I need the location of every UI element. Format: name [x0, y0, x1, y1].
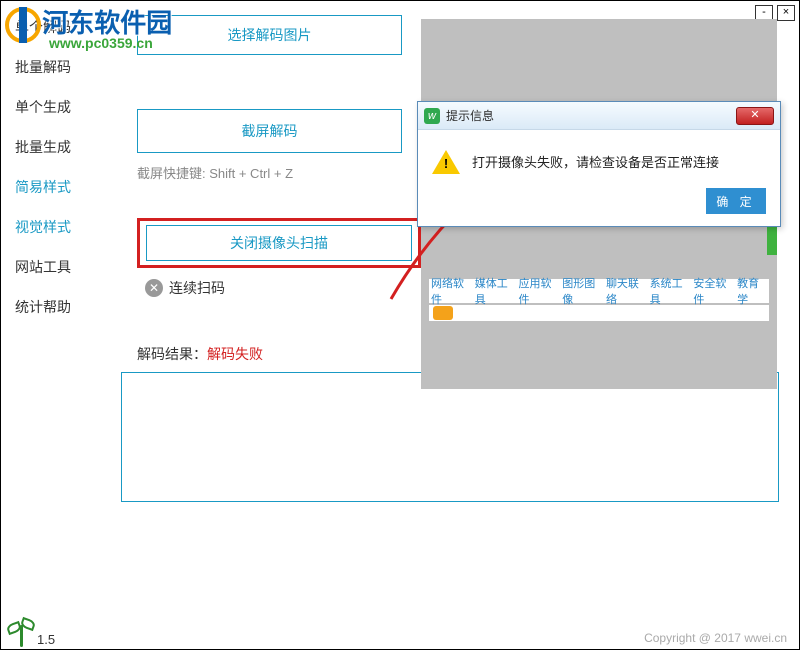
- sidebar-item-web-tools[interactable]: 网站工具: [1, 247, 91, 287]
- dialog-title: 提示信息: [446, 107, 494, 124]
- sidebar-item-batch-decode[interactable]: 批量解码: [1, 47, 91, 87]
- result-textarea[interactable]: [121, 372, 779, 502]
- preview-tab[interactable]: 安全软件: [691, 275, 735, 307]
- continuous-scan-label: 连续扫码: [169, 278, 225, 298]
- sidebar-item-batch-gen[interactable]: 批量生成: [1, 127, 91, 167]
- sidebar-item-single-gen[interactable]: 单个生成: [1, 87, 91, 127]
- close-camera-button[interactable]: 关闭摄像头扫描: [146, 225, 412, 261]
- toggle-off-icon: ✕: [145, 279, 163, 297]
- sidebar-item-stats-help[interactable]: 统计帮助: [1, 287, 91, 327]
- preview-tab[interactable]: 系统工具: [648, 275, 692, 307]
- decode-result-label: 解码结果：: [137, 346, 207, 362]
- dialog-message: 打开摄像头失败，请检查设备是否正常连接: [472, 150, 719, 174]
- warning-icon: [432, 150, 460, 174]
- decode-result-value: 解码失败: [207, 346, 263, 362]
- alert-dialog: w 提示信息 ✕ 打开摄像头失败，请检查设备是否正常连接 确 定: [417, 101, 781, 227]
- watermark-title: 河东软件园: [42, 8, 172, 38]
- dialog-app-icon: w: [424, 108, 440, 124]
- preview-tab[interactable]: 教育学: [735, 275, 769, 307]
- copyright: Copyright @ 2017 wwei.cn: [644, 631, 787, 645]
- dialog-titlebar[interactable]: w 提示信息 ✕: [418, 102, 780, 130]
- dialog-close-button[interactable]: ✕: [736, 107, 774, 125]
- preview-tab[interactable]: 聊天联络: [604, 275, 648, 307]
- sidebar-item-simple-style[interactable]: 简易样式: [1, 167, 91, 207]
- sidebar: 单个解码 批量解码 单个生成 批量生成 简易样式 视觉样式 网站工具 统计帮助: [1, 1, 91, 649]
- close-camera-highlight: 关闭摄像头扫描: [137, 218, 421, 268]
- select-image-button[interactable]: 选择解码图片: [137, 15, 402, 55]
- preview-tab[interactable]: 图形图像: [560, 275, 604, 307]
- version-label: 1.5: [37, 632, 55, 647]
- screenshot-decode-button[interactable]: 截屏解码: [137, 109, 402, 153]
- sprout-icon: [7, 607, 37, 647]
- sidebar-item-visual-style[interactable]: 视觉样式: [1, 207, 91, 247]
- dialog-ok-button[interactable]: 确 定: [706, 188, 766, 214]
- watermark-logo-icon: [5, 7, 41, 43]
- watermark-url: www.pc0359.cn: [49, 35, 153, 51]
